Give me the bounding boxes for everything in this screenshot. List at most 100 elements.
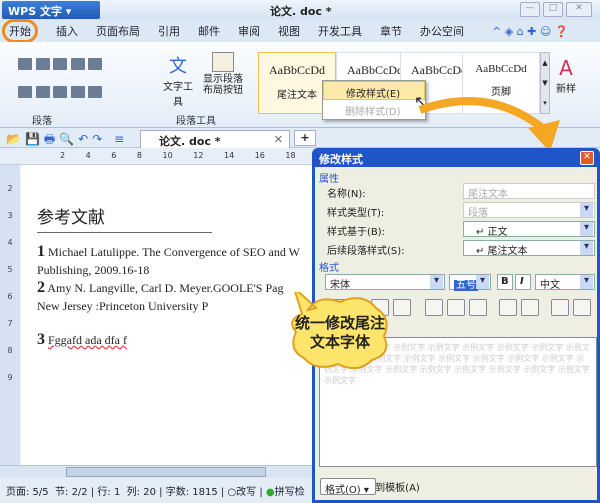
bold-button[interactable]: B	[497, 274, 513, 290]
justify-button[interactable]	[393, 299, 411, 316]
style-sample: AaBbCcDd	[475, 63, 527, 75]
text-tool-icon: 文	[169, 56, 187, 77]
reference-3: 3 Fggafd ada dfa f	[37, 331, 127, 349]
font-size-select[interactable]: 五号	[449, 274, 491, 291]
tab-view[interactable]: 视图	[278, 23, 300, 39]
status-bar: 页面: 5/5 节: 2/2 | 行: 1 列: 20 | 字数: 1815 |…	[0, 478, 312, 503]
ruler-tick: 7	[7, 319, 13, 328]
space-before-button[interactable]	[499, 299, 517, 316]
spell-label: 拼写检	[274, 487, 305, 498]
dialog-title: 修改样式	[319, 153, 363, 166]
based-on-select[interactable]: ↵ 正文	[463, 221, 595, 238]
paragraph-tools-icons-2[interactable]	[18, 86, 102, 101]
document-area: 2 3 4 5 6 7 8 9 参考文献 1 Michael Latulippe. The C…	[0, 165, 312, 465]
line-spacing-double-button[interactable]	[469, 299, 487, 316]
document-tab-label: 论文. doc *	[159, 135, 221, 148]
tab-mail[interactable]: 邮件	[198, 23, 220, 39]
ruler-tick: 8	[7, 346, 13, 355]
text-tool-button[interactable]: 文文字工具	[160, 52, 196, 108]
heading-rule	[37, 232, 212, 233]
style-sample: AaBbCcDd	[269, 63, 325, 77]
ref-number: 1	[37, 243, 45, 260]
show-paragraph-button[interactable]: 显示段落布局按钮	[202, 52, 244, 96]
paragraph-layout-icon	[212, 52, 234, 72]
line-spacing-single-button[interactable]	[425, 299, 443, 316]
language-select[interactable]: 中文	[535, 274, 595, 291]
ref-number: 3	[37, 331, 45, 348]
overwrite-toggle[interactable]: ○改写	[227, 487, 256, 498]
document-tab[interactable]: 论文. doc * ✕	[140, 130, 290, 148]
status-col: 列: 20	[126, 487, 156, 498]
name-input[interactable]: 尾注文本	[463, 183, 595, 200]
ruler-tick: 5	[7, 265, 13, 274]
tab-review[interactable]: 审阅	[238, 23, 260, 39]
dialog-title-bar: 修改样式 ✕	[315, 148, 597, 167]
style-sample: AaBbCcDd	[347, 63, 403, 77]
ruler-tick: 4	[7, 238, 13, 247]
references-heading: 参考文献	[37, 208, 105, 228]
status-section: 节: 2/2	[55, 487, 88, 498]
app-name: WPS 文字	[8, 5, 62, 18]
style-type-label: 样式类型(T):	[327, 208, 385, 219]
tab-references[interactable]: 引用	[158, 23, 180, 39]
help-icon[interactable]: ^ ◈ ⌂ ✚ ☺ ❓	[492, 25, 569, 38]
ref-line: New Jersey :Princeton University P	[37, 299, 209, 313]
window-title: 论文. doc *	[270, 5, 332, 18]
menu-bar: 开始 插入 页面布局 引用 邮件 审阅 视图 开发工具 章节 办公空间 ^ ◈ …	[0, 19, 600, 43]
reference-2: 2 Amy N. Langville, Carl D. Meyer.GOOLE'…	[37, 279, 283, 315]
next-style-select[interactable]: ↵ 尾注文本	[463, 240, 595, 257]
next-style-label: 后续段落样式(S):	[327, 246, 405, 257]
tab-chapter[interactable]: 章节	[380, 23, 402, 39]
line-spacing-1-5-button[interactable]	[447, 299, 465, 316]
title-bar: WPS 文字 ▾ 论文. doc * — □ ✕	[0, 0, 600, 20]
ref-line: Fggafd ada dfa f	[48, 333, 127, 347]
maximize-button[interactable]: □	[543, 2, 563, 17]
based-on-label: 样式基于(B):	[327, 227, 386, 238]
name-label: 名称(N):	[327, 189, 366, 200]
italic-button[interactable]: I	[515, 274, 531, 290]
dialog-close-button[interactable]: ✕	[580, 151, 594, 165]
text-tool-label: 文字工具	[163, 82, 193, 108]
callout-line-2: 文本字体	[309, 333, 370, 351]
status-words: 字数: 1815	[165, 487, 218, 498]
horizontal-scrollbar[interactable]	[0, 465, 312, 478]
close-tab-icon[interactable]: ✕	[274, 133, 283, 146]
style-type-select[interactable]: 段落	[463, 202, 595, 219]
callout-line-1: 统一修改尾注	[294, 314, 385, 332]
show-paragraph-label: 显示段落布局按钮	[203, 74, 243, 96]
ref-line: Amy N. Langville, Carl D. Meyer.GOOLE'S …	[47, 281, 284, 295]
new-style-icon: A	[559, 56, 573, 80]
group-paragraph: 段落	[32, 116, 52, 127]
group-paragraph-tools: 段落工具	[176, 116, 216, 127]
paragraph-tools-icons[interactable]	[18, 58, 102, 73]
reference-1: 1 Michael Latulippe. The Convergence of …	[37, 243, 300, 279]
tab-layout[interactable]: 页面布局	[96, 23, 140, 39]
new-tab-button[interactable]: +	[294, 130, 316, 146]
style-sample: AaBbCcDd	[411, 63, 467, 77]
spell-check-toggle[interactable]: ●拼写检	[266, 487, 305, 498]
app-menu-button[interactable]: WPS 文字 ▾	[2, 1, 100, 19]
tab-insert[interactable]: 插入	[56, 23, 78, 39]
format-section-label: 格式	[319, 263, 339, 274]
ruler-tick: 3	[7, 211, 13, 220]
scroll-thumb[interactable]	[66, 467, 266, 477]
close-button[interactable]: ✕	[566, 2, 592, 17]
font-select[interactable]: 宋体	[325, 274, 445, 291]
status-page: 页面: 5/5	[6, 487, 49, 498]
decrease-indent-button[interactable]	[551, 299, 569, 316]
overwrite-label: 改写	[236, 487, 257, 498]
callout-text: 统一修改尾注 文本字体	[294, 314, 386, 352]
font-size-value: 五号	[454, 280, 478, 291]
format-button[interactable]: 格式(O) ▾	[320, 478, 376, 496]
properties-section-label: 属性	[319, 174, 339, 185]
tab-office-space[interactable]: 办公空间	[420, 23, 464, 39]
ruler-tick: 9	[7, 373, 13, 382]
ruler-tick: 2	[7, 184, 13, 193]
status-row: 行: 1	[97, 487, 121, 498]
tab-developer[interactable]: 开发工具	[318, 23, 362, 39]
document-page[interactable]: 参考文献 1 Michael Latulippe. The Convergenc…	[22, 165, 312, 465]
space-after-button[interactable]	[521, 299, 539, 316]
increase-indent-button[interactable]	[573, 299, 591, 316]
minimize-button[interactable]: —	[520, 2, 540, 17]
tab-home[interactable]: 开始	[2, 19, 38, 43]
